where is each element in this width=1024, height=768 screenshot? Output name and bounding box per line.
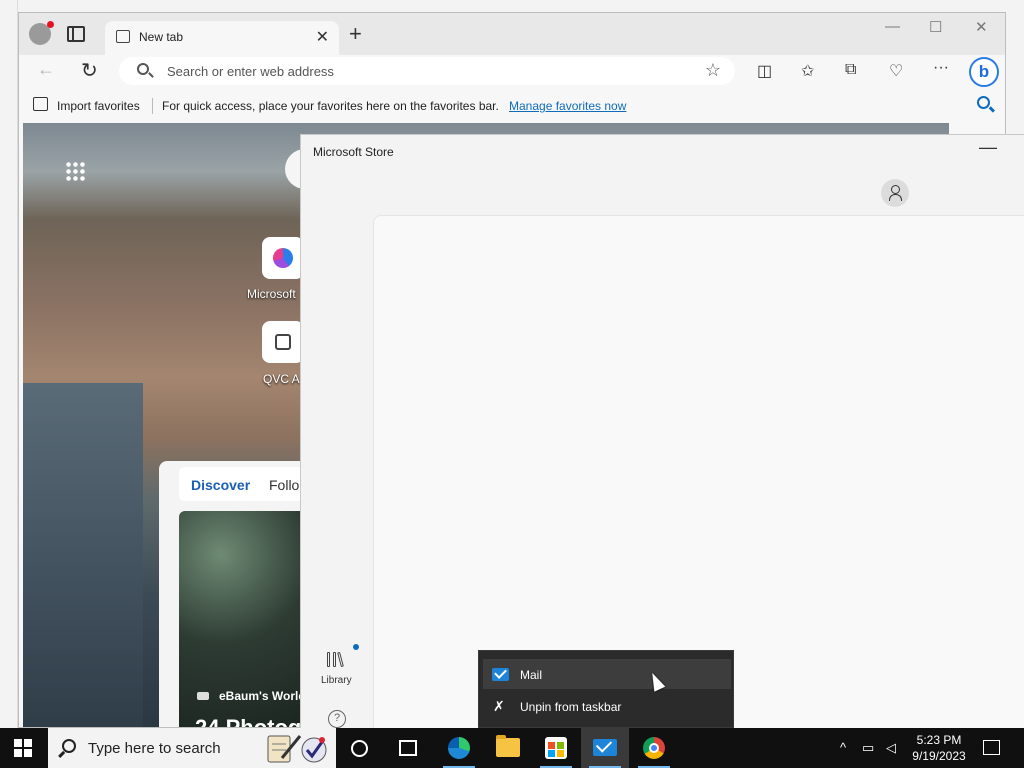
address-bar[interactable]: Search or enter web address ☆	[119, 57, 735, 85]
tab-new-tab[interactable]: New tab ✕	[105, 21, 339, 55]
start-button[interactable]	[14, 739, 33, 758]
jump-item-label: Unpin from taskbar	[520, 700, 622, 714]
chrome-icon	[643, 737, 665, 759]
collections-icon[interactable]: ⧉	[845, 61, 856, 79]
clock-date: 9/19/2023	[912, 749, 966, 763]
search-highlight-icon	[267, 735, 327, 763]
cortana-icon[interactable]	[351, 740, 368, 757]
microsoft-365-icon	[273, 248, 293, 268]
add-favorite-star-icon[interactable]: ☆	[705, 60, 721, 81]
news-feed: Discover Follo eBaum's World 24 Photog	[159, 461, 319, 728]
more-icon[interactable]: ···	[933, 59, 949, 77]
help-icon[interactable]: ?	[328, 710, 346, 728]
unpin-icon: ✗	[493, 698, 505, 714]
taskbar-mail[interactable]	[581, 728, 629, 768]
close-window-button[interactable]: ✕	[975, 18, 988, 36]
taskbar-file-explorer[interactable]	[484, 728, 532, 768]
account-icon[interactable]	[881, 179, 909, 207]
card-source: eBaum's World	[197, 689, 306, 703]
mail-icon	[492, 668, 509, 681]
feed-tabs: Discover Follo	[179, 467, 319, 501]
top-site-label: Microsoft	[247, 287, 296, 301]
top-site-qvc[interactable]	[262, 321, 304, 363]
card-source-name: eBaum's World	[219, 689, 306, 703]
volume-muted-icon[interactable]: ◁	[886, 740, 896, 756]
taskbar-edge[interactable]	[435, 728, 483, 768]
favorites-bar-message: For quick access, place your favorites h…	[162, 99, 499, 113]
favorites-divider	[152, 98, 153, 114]
tab-title: New tab	[139, 30, 184, 44]
taskbar: Type here to search ^ ▭ ◁ 5:23 PM 9/19/2…	[0, 728, 1024, 768]
bing-copilot-icon[interactable]: b	[969, 57, 999, 87]
background-water	[23, 383, 143, 727]
task-view-icon[interactable]	[399, 740, 417, 756]
maximize-button[interactable]: ☐	[929, 18, 942, 36]
tab-actions-icon[interactable]	[67, 26, 85, 42]
library-icon[interactable]	[327, 649, 347, 668]
source-logo-icon	[197, 692, 209, 700]
store-window-title: Microsoft Store	[313, 145, 394, 159]
taskbar-chrome[interactable]	[630, 728, 678, 768]
library-update-badge	[353, 644, 359, 650]
top-site-microsoft[interactable]	[262, 237, 304, 279]
clock-time: 5:23 PM	[916, 733, 962, 747]
file-explorer-icon	[496, 735, 520, 757]
action-center-icon[interactable]	[983, 740, 1000, 755]
new-tab-button[interactable]: +	[349, 22, 362, 46]
manage-favorites-link[interactable]: Manage favorites now	[509, 99, 626, 113]
qvc-icon	[275, 334, 291, 350]
search-icon	[62, 739, 76, 753]
microsoft-store-window: Microsoft Store — Library ?	[300, 134, 1024, 729]
address-bar-placeholder[interactable]: Search or enter web address	[167, 64, 334, 79]
import-favorites-icon	[33, 97, 48, 111]
browser-toolbar: ← ↻ Search or enter web address ☆ ◫ ✩ ⧉ …	[19, 55, 1005, 89]
split-screen-icon[interactable]: ◫	[757, 61, 772, 81]
taskbar-search-box[interactable]: Type here to search	[48, 728, 336, 768]
jump-item-unpin[interactable]: ✗ Unpin from taskbar	[483, 691, 731, 721]
edge-icon	[448, 737, 470, 759]
favorites-icon[interactable]: ✩	[801, 61, 814, 81]
minimize-button[interactable]: —	[885, 18, 900, 35]
sidebar-search-icon[interactable]	[977, 96, 990, 109]
jump-item-mail[interactable]: Mail	[483, 659, 731, 689]
taskbar-search-placeholder[interactable]: Type here to search	[88, 740, 221, 757]
tab-close-button[interactable]: ✕	[316, 27, 329, 47]
top-site-label: QVC A	[263, 372, 300, 386]
taskbar-clock[interactable]: 5:23 PM 9/19/2023	[906, 732, 972, 764]
tab-following[interactable]: Follo	[269, 477, 299, 493]
mail-jump-list: Mail ✗ Unpin from taskbar	[478, 650, 734, 728]
feed-card[interactable]: eBaum's World 24 Photog	[179, 511, 319, 728]
refresh-icon[interactable]: ↻	[81, 58, 98, 83]
import-favorites-button[interactable]: Import favorites	[57, 99, 140, 113]
search-icon	[137, 63, 149, 75]
desktop-background-top	[0, 0, 1024, 12]
back-arrow-icon[interactable]: ←	[37, 59, 55, 80]
tab-strip: New tab ✕ + — ☐ ✕	[19, 13, 1005, 55]
network-icon[interactable]: ▭	[862, 740, 874, 756]
mail-icon	[593, 739, 617, 756]
taskbar-microsoft-store[interactable]	[532, 728, 580, 768]
tab-discover[interactable]: Discover	[191, 477, 250, 493]
store-minimize-button[interactable]: —	[979, 137, 997, 158]
desktop-background-left	[0, 0, 18, 728]
browser-essentials-icon[interactable]: ♡	[889, 61, 903, 81]
desktop-background-right	[1006, 0, 1024, 140]
show-hidden-icons-chevron-icon[interactable]: ^	[840, 740, 846, 755]
jump-item-label: Mail	[520, 668, 543, 682]
app-launcher-icon[interactable]	[65, 161, 85, 181]
new-tab-page-icon	[116, 30, 130, 43]
favorites-bar: Import favorites For quick access, place…	[19, 93, 1005, 119]
library-label[interactable]: Library	[321, 675, 352, 686]
card-title: 24 Photog	[195, 715, 302, 728]
profile-avatar-icon[interactable]	[29, 21, 54, 45]
microsoft-store-icon	[545, 737, 567, 759]
